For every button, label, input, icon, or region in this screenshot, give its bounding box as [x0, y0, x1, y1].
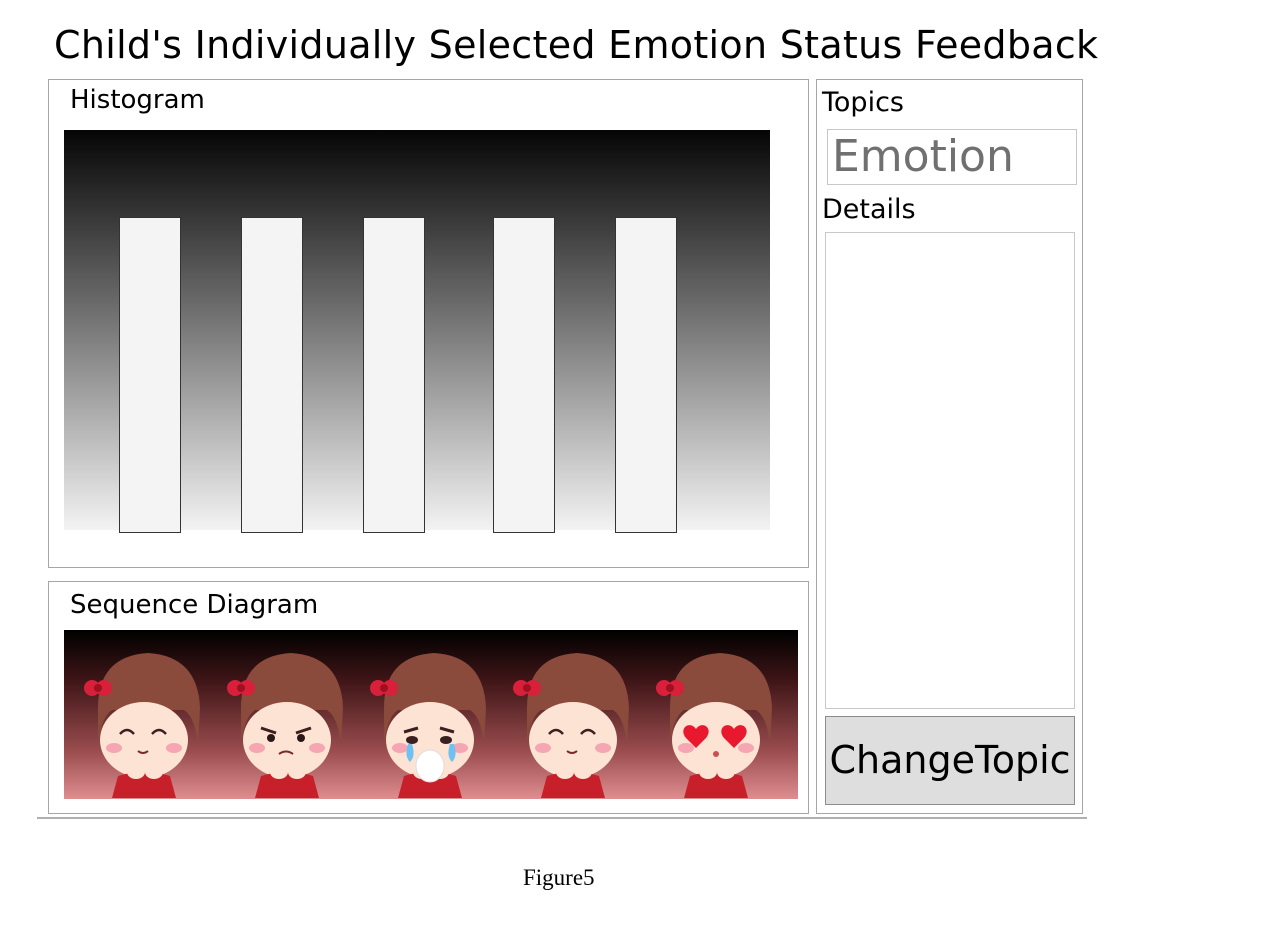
topics-label: Topics — [822, 87, 904, 118]
details-label: Details — [822, 194, 916, 225]
histogram-bar-boring — [241, 217, 303, 533]
histogram-label: Histogram — [70, 85, 205, 115]
histogram-bar-sad — [363, 217, 425, 533]
smiling-girl-icon — [507, 648, 647, 798]
window-title: Child's Individually Selected Emotion St… — [54, 23, 1099, 67]
histogram-bar-scared — [119, 217, 181, 533]
histogram-chart: scaredboringsadhappylove — [64, 130, 770, 612]
smiling-girl-icon — [78, 648, 218, 798]
histogram-panel: Histogram scaredboringsadhappylove — [48, 79, 809, 612]
sequence-strip — [64, 630, 798, 799]
sequence-diagram-panel: Sequence Diagram — [48, 581, 809, 814]
figure-caption: Figure5 — [523, 865, 595, 890]
frowning-girl-icon — [221, 648, 361, 798]
divider — [37, 817, 1087, 819]
topic-panel: Topics Emotion Details ChangeTopic — [816, 79, 1083, 814]
crying-girl-icon — [364, 648, 504, 798]
sequence-diagram-label: Sequence Diagram — [70, 590, 319, 620]
histogram-bar-love — [615, 217, 677, 533]
topic-field[interactable]: Emotion — [827, 129, 1077, 185]
heart-eyes-girl-icon — [650, 648, 790, 798]
change-topic-button[interactable]: ChangeTopic — [825, 716, 1075, 805]
histogram-bar-happy — [493, 217, 555, 533]
details-field[interactable] — [825, 232, 1075, 709]
